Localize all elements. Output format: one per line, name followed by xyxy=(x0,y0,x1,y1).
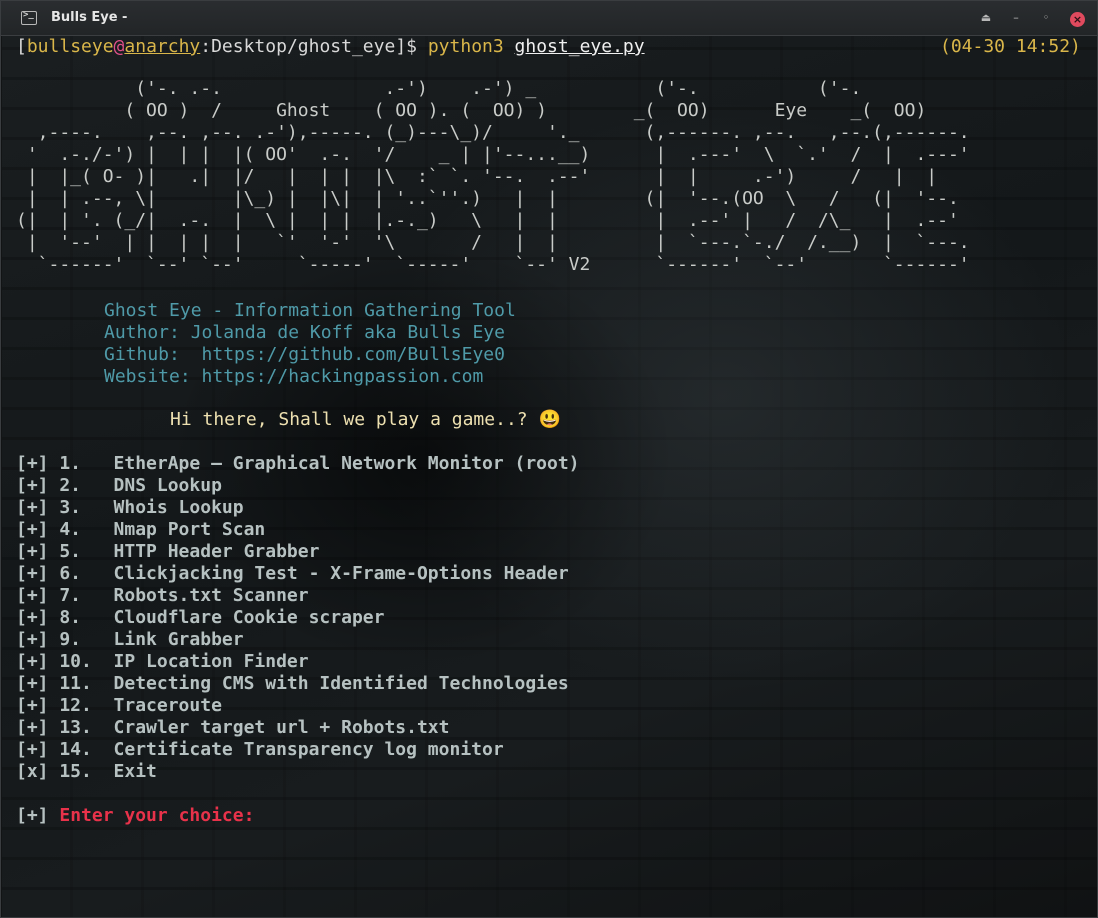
terminal-window: >_ Bulls Eye - ⏏ – ◦ × [bullseye@anarchy… xyxy=(0,0,1098,918)
window-title: Bulls Eye - xyxy=(51,10,128,25)
menu-item: [+] 4. Nmap Port Scan xyxy=(16,519,266,540)
menu-item: [+] 1. EtherApe – Graphical Network Moni… xyxy=(16,453,580,474)
menu-item: [+] 6. Clickjacking Test - X-Frame-Optio… xyxy=(16,563,569,584)
prompt-at: @ xyxy=(113,36,125,57)
menu-item: [+] 2. DNS Lookup xyxy=(16,475,222,496)
shell-prompt-line: [bullseye@anarchy:Desktop/ghost_eye]$ py… xyxy=(16,36,645,58)
terminal-icon: >_ xyxy=(21,10,37,25)
eject-icon[interactable]: ⏏ xyxy=(977,9,995,27)
menu-item: [+] 13. Crawler target url + Robots.txt xyxy=(16,717,450,738)
title-bar[interactable]: >_ Bulls Eye - ⏏ – ◦ × xyxy=(1,1,1097,36)
terminal-output[interactable]: [bullseye@anarchy:Desktop/ghost_eye]$ py… xyxy=(2,36,1097,917)
prompt-user: bullseye xyxy=(26,36,114,57)
ascii-banner: ('-. .-. .-') .-') _ ('-. ('-. ( OO ) / … xyxy=(16,78,970,275)
prompt-open-bracket: [ xyxy=(16,36,27,57)
info-website: Website: https://hackingpassion.com xyxy=(104,366,484,387)
info-github: Github: https://github.com/BullsEye0 xyxy=(104,344,505,365)
prompt-file: ghost_eye.py xyxy=(514,36,645,57)
prompt-host: anarchy xyxy=(124,36,201,57)
menu-item: [+] 8. Cloudflare Cookie scraper xyxy=(16,607,385,628)
menu-item: [+] 12. Traceroute xyxy=(16,695,222,716)
maximize-button[interactable]: ◦ xyxy=(1037,9,1055,27)
close-button[interactable]: × xyxy=(1070,12,1085,27)
menu-item: [+] 9. Link Grabber xyxy=(16,629,244,650)
info-title: Ghost Eye - Information Gathering Tool xyxy=(104,300,516,321)
choice-label: Enter your choice: xyxy=(59,805,255,826)
menu-item: [+] 3. Whois Lookup xyxy=(16,497,244,518)
greeting: Hi there, Shall we play a game..? 😃 xyxy=(170,409,561,430)
prompt-path: :Desktop/ghost_eye] xyxy=(200,36,407,57)
menu-item: [+] 10. IP Location Finder xyxy=(16,651,309,672)
info-author: Author: Jolanda de Koff aka Bulls Eye xyxy=(104,322,505,343)
prompt-command: python3 xyxy=(427,36,504,57)
menu-item-exit: [x] 15. Exit xyxy=(16,761,157,782)
choice-prefix: [+] xyxy=(16,805,60,826)
minimize-button[interactable]: – xyxy=(1007,9,1025,27)
choice-input-line[interactable]: [+] Enter your choice: xyxy=(16,805,254,827)
menu-item: [+] 5. HTTP Header Grabber xyxy=(16,541,320,562)
menu-item: [+] 14. Certificate Transparency log mon… xyxy=(16,739,504,760)
menu-item: [+] 7. Robots.txt Scanner xyxy=(16,585,309,606)
prompt-dollar: $ xyxy=(406,36,428,57)
prompt-datetime: (04-30 14:52) xyxy=(940,36,1081,57)
menu-item: [+] 11. Detecting CMS with Identified Te… xyxy=(16,673,569,694)
